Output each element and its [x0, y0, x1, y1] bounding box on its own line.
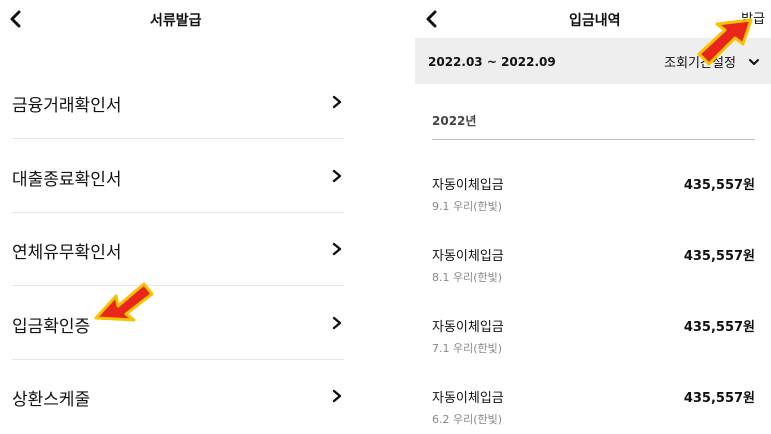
transaction-type: 자동이체입금 [432, 178, 504, 193]
chevron-right-icon [330, 94, 344, 110]
menu-item-label: 금융거래확인서 [12, 96, 122, 116]
transaction-amount: 435,557원 [683, 249, 755, 264]
transaction-detail: 9.1 우리(한빛) [432, 200, 503, 213]
menu-item-label: 상환스케줄 [12, 390, 91, 410]
menu-item-financial-transaction-certificate[interactable]: 금융거래확인서 [12, 65, 344, 138]
menu-item-label: 대출종료확인서 [12, 170, 122, 190]
menu-item-loan-termination-certificate[interactable]: 대출종료확인서 [12, 139, 344, 212]
back-button[interactable] [4, 7, 28, 31]
right-screen: 입금내역 발급 2022.03 ~ 2022.09 조회기간설정 2022년 자… [415, 0, 771, 434]
transaction-row[interactable]: 자동이체입금 6.2 우리(한빛) 435,557원 [432, 387, 755, 434]
chevron-right-icon [330, 168, 344, 184]
transaction-row[interactable]: 자동이체입금 9.1 우리(한빛) 435,557원 [432, 174, 755, 224]
back-button[interactable] [420, 7, 444, 31]
page-title: 서류발급 [150, 13, 202, 29]
page-title: 입금내역 [569, 13, 621, 29]
transaction-amount: 435,557원 [683, 178, 755, 193]
chevron-right-icon [330, 241, 344, 257]
menu-item-deposit-confirmation[interactable]: 입금확인증 [12, 286, 344, 359]
transaction-row[interactable]: 자동이체입금 8.1 우리(한빛) 435,557원 [432, 245, 755, 295]
transaction-row[interactable]: 자동이체입금 7.1 우리(한빛) 435,557원 [432, 316, 755, 366]
transaction-detail: 7.1 우리(한빛) [432, 342, 503, 355]
date-range: 2022.03 ~ 2022.09 [428, 55, 556, 69]
year-heading: 2022년 [432, 114, 477, 128]
transaction-type: 자동이체입금 [432, 391, 504, 406]
chevron-right-icon [330, 388, 344, 404]
issue-button[interactable]: 발급 [741, 8, 765, 27]
transaction-amount: 435,557원 [683, 320, 755, 335]
chevron-left-icon [10, 10, 21, 28]
transaction-type: 자동이체입금 [432, 320, 504, 335]
menu-item-repayment-schedule[interactable]: 상환스케줄 [12, 359, 344, 432]
left-screen: 서류발급 금융거래확인서 대출종료확인서 연체유무확인서 입금확인증 상환스케줄 [0, 0, 352, 434]
transaction-type: 자동이체입금 [432, 249, 504, 264]
period-setting-label: 조회기간설정 [664, 56, 736, 71]
chevron-down-icon [749, 58, 759, 65]
transaction-detail: 6.2 우리(한빛) [432, 413, 503, 426]
chevron-left-icon [426, 10, 437, 28]
menu-item-delinquency-certificate[interactable]: 연체유무확인서 [12, 212, 344, 285]
filter-bar: 2022.03 ~ 2022.09 조회기간설정 [415, 38, 771, 84]
transaction-amount: 435,557원 [683, 391, 755, 406]
menu-item-label: 입금확인증 [12, 317, 91, 337]
transaction-detail: 8.1 우리(한빛) [432, 271, 503, 284]
right-header: 입금내역 발급 [415, 0, 771, 38]
period-setting-button[interactable]: 조회기간설정 [664, 51, 761, 71]
divider [432, 139, 755, 140]
left-header: 서류발급 [0, 0, 352, 38]
menu-item-label: 연체유무확인서 [12, 243, 122, 263]
chevron-right-icon [330, 315, 344, 331]
